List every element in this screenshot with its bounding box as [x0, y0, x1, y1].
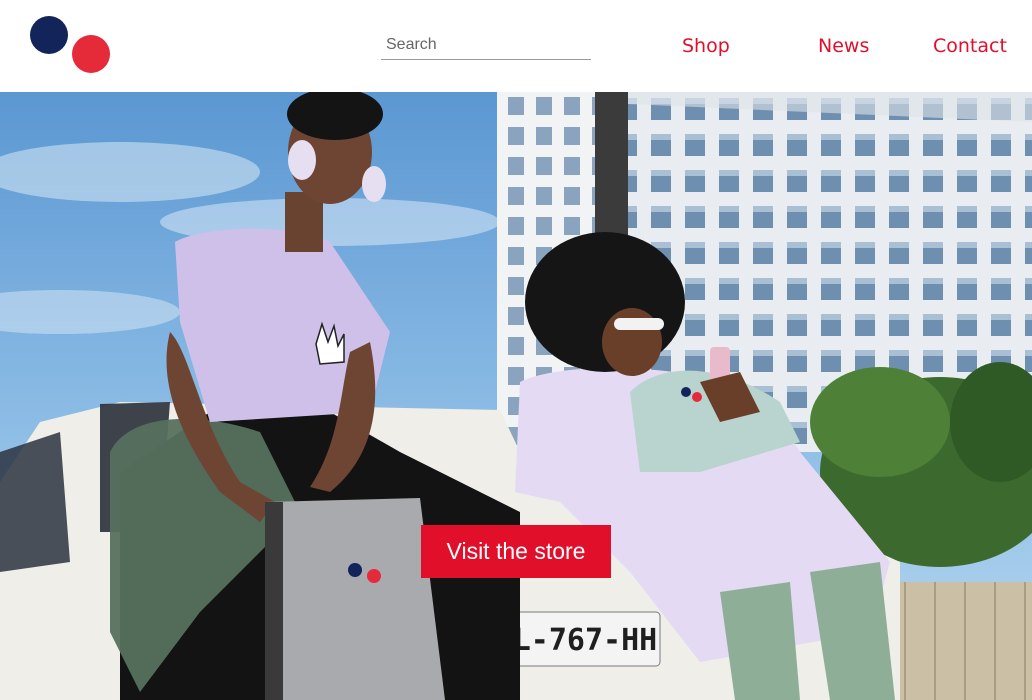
- bag-navy-dot-icon: [348, 563, 362, 577]
- nav-contact-link[interactable]: Contact: [933, 34, 1007, 58]
- site-header: Shop News Contact: [0, 0, 1032, 92]
- sunglasses-icon: [614, 318, 664, 330]
- logo[interactable]: [30, 16, 112, 74]
- nav-news-link[interactable]: News: [818, 34, 869, 58]
- nav-shop-link[interactable]: Shop: [682, 34, 730, 58]
- hero-banner: L-767-HH Visit the store: [0, 92, 1032, 700]
- fence: [880, 582, 1032, 700]
- car-window: [0, 432, 70, 572]
- hero-photo: L-767-HH: [0, 92, 1032, 700]
- license-plate-text: L-767-HH: [513, 623, 658, 658]
- visit-store-button[interactable]: Visit the store: [421, 525, 611, 578]
- headphones-icon: [288, 140, 316, 180]
- bag-red-dot-icon: [367, 569, 381, 583]
- logo-red-dot-icon: [72, 35, 110, 73]
- gray-tote-bag: [265, 498, 445, 700]
- search-input[interactable]: [381, 30, 591, 60]
- logo-navy-dot-icon: [30, 16, 68, 54]
